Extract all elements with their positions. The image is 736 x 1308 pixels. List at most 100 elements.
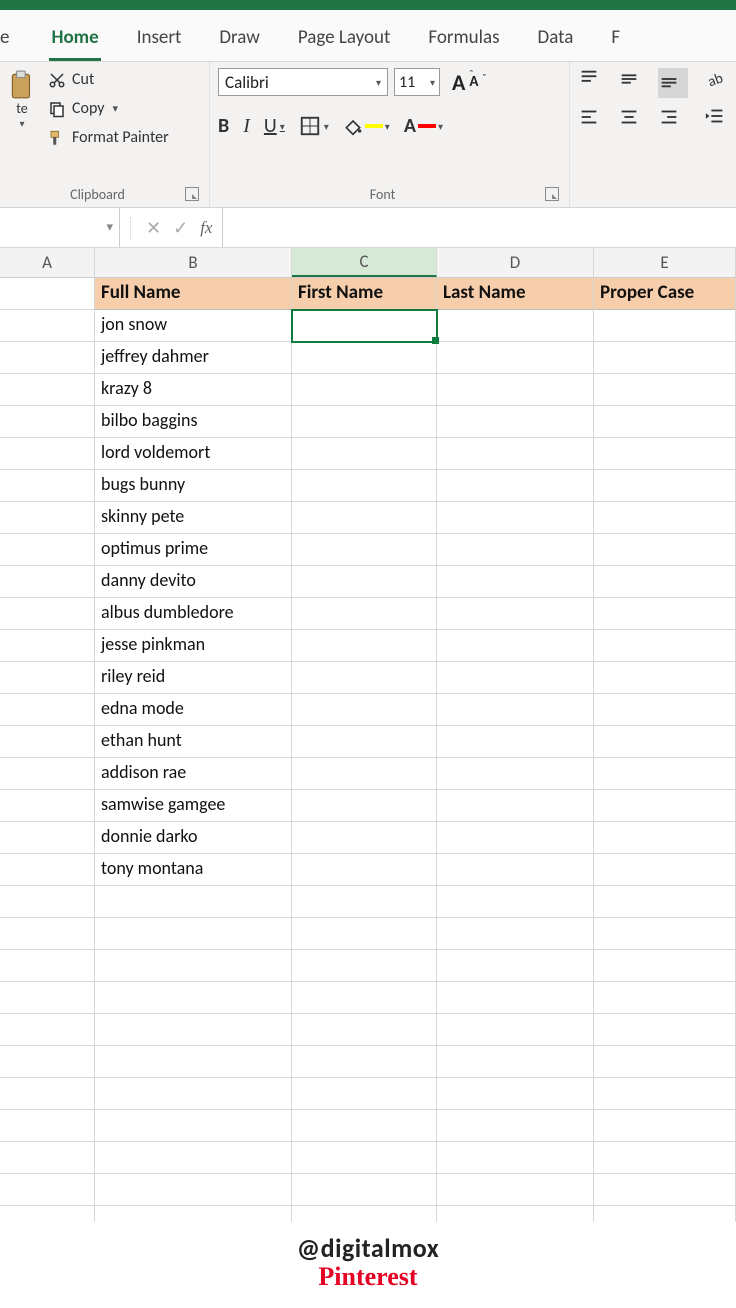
cell[interactable]: Last Name <box>437 278 594 310</box>
cell[interactable] <box>437 342 594 374</box>
cell[interactable]: ethan hunt <box>95 726 292 758</box>
cell[interactable] <box>95 886 292 918</box>
cell[interactable] <box>0 534 95 566</box>
cell[interactable]: optimus prime <box>95 534 292 566</box>
cell[interactable] <box>292 630 437 662</box>
cell[interactable] <box>594 886 736 918</box>
cell[interactable] <box>594 406 736 438</box>
cell[interactable] <box>594 790 736 822</box>
cell[interactable] <box>292 470 437 502</box>
cell[interactable] <box>0 502 95 534</box>
cell[interactable] <box>95 1078 292 1110</box>
cell[interactable]: Proper Case <box>594 278 736 310</box>
cell[interactable] <box>292 982 437 1014</box>
cell[interactable] <box>292 374 437 406</box>
cell[interactable] <box>437 758 594 790</box>
cell[interactable] <box>0 1046 95 1078</box>
cell[interactable] <box>594 1078 736 1110</box>
cell[interactable] <box>594 470 736 502</box>
cell[interactable] <box>594 630 736 662</box>
cell[interactable] <box>0 1078 95 1110</box>
cell[interactable] <box>0 822 95 854</box>
cell[interactable] <box>594 1142 736 1174</box>
col-header-D[interactable]: D <box>437 248 594 277</box>
cell[interactable] <box>437 1174 594 1206</box>
cell[interactable] <box>0 278 95 310</box>
cell[interactable] <box>437 470 594 502</box>
cell[interactable] <box>437 630 594 662</box>
cell[interactable] <box>0 630 95 662</box>
cell[interactable] <box>594 342 736 374</box>
cell[interactable] <box>594 822 736 854</box>
cancel-formula-button[interactable]: ✕ <box>146 217 161 239</box>
tab-home[interactable]: Home <box>49 20 100 61</box>
dialog-launcher-icon[interactable] <box>545 187 559 201</box>
cell[interactable]: donnie darko <box>95 822 292 854</box>
cell[interactable] <box>292 694 437 726</box>
cell[interactable] <box>292 502 437 534</box>
cell[interactable] <box>292 886 437 918</box>
cell[interactable] <box>292 310 437 342</box>
cell[interactable] <box>437 1046 594 1078</box>
cell[interactable] <box>437 854 594 886</box>
cell[interactable] <box>437 790 594 822</box>
cell[interactable] <box>0 598 95 630</box>
cell[interactable] <box>437 1110 594 1142</box>
cell[interactable] <box>0 662 95 694</box>
tab-data[interactable]: Data <box>536 20 576 61</box>
cell[interactable]: krazy 8 <box>95 374 292 406</box>
cell[interactable] <box>437 502 594 534</box>
increase-font-button[interactable]: Aˆ <box>452 69 465 96</box>
cut-button[interactable]: Cut <box>44 68 173 91</box>
copy-button[interactable]: Copy ▾ <box>44 97 173 120</box>
cell[interactable] <box>292 534 437 566</box>
cell[interactable] <box>594 566 736 598</box>
underline-button[interactable]: U▾ <box>264 114 285 138</box>
cell[interactable] <box>0 566 95 598</box>
align-right-button[interactable] <box>658 106 688 136</box>
cell[interactable] <box>594 662 736 694</box>
indent-button[interactable] <box>704 105 726 132</box>
cell[interactable] <box>0 918 95 950</box>
cell[interactable] <box>0 854 95 886</box>
cell[interactable] <box>95 918 292 950</box>
col-header-B[interactable]: B <box>95 248 292 277</box>
cell[interactable] <box>0 1110 95 1142</box>
cell[interactable] <box>292 598 437 630</box>
font-name-select[interactable]: Calibri ▾ <box>218 68 388 96</box>
cell[interactable] <box>0 790 95 822</box>
cell[interactable]: bugs bunny <box>95 470 292 502</box>
cell[interactable] <box>437 598 594 630</box>
formula-input[interactable] <box>223 208 736 247</box>
cell[interactable] <box>0 758 95 790</box>
cell[interactable] <box>95 950 292 982</box>
dialog-launcher-icon[interactable] <box>185 187 199 201</box>
cell[interactable] <box>292 406 437 438</box>
cell[interactable] <box>594 726 736 758</box>
cell[interactable] <box>437 1078 594 1110</box>
cell[interactable] <box>437 886 594 918</box>
cell[interactable]: tony montana <box>95 854 292 886</box>
tab-cut-right[interactable]: F <box>609 20 622 61</box>
cell[interactable] <box>437 1014 594 1046</box>
cell[interactable] <box>594 982 736 1014</box>
font-size-select[interactable]: 11 ▾ <box>394 68 440 96</box>
cell[interactable] <box>594 374 736 406</box>
cell[interactable] <box>437 566 594 598</box>
cell[interactable] <box>437 406 594 438</box>
cell[interactable] <box>292 1142 437 1174</box>
cell[interactable] <box>437 438 594 470</box>
cell[interactable]: jon snow <box>95 310 292 342</box>
cell[interactable] <box>437 982 594 1014</box>
cell[interactable]: skinny pete <box>95 502 292 534</box>
cell[interactable] <box>0 342 95 374</box>
name-box[interactable]: ▾ <box>0 208 120 247</box>
cell[interactable] <box>0 982 95 1014</box>
cell[interactable] <box>95 1142 292 1174</box>
decrease-font-button[interactable]: Aˇ <box>469 73 478 100</box>
cell[interactable] <box>437 918 594 950</box>
cell[interactable] <box>292 790 437 822</box>
italic-button[interactable]: I <box>243 115 250 138</box>
cell[interactable] <box>594 1174 736 1206</box>
borders-button[interactable]: ▾ <box>299 115 329 137</box>
